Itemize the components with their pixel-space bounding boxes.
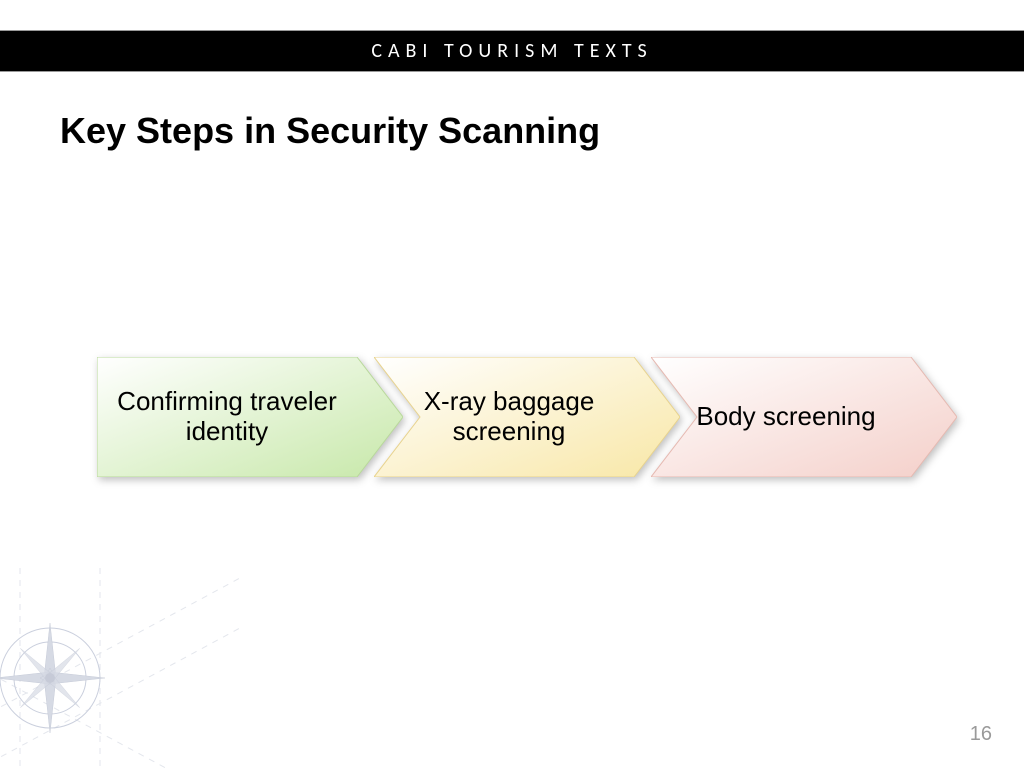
compass-decoration (0, 568, 240, 768)
header-band: CABI TOURISM TEXTS (0, 30, 1024, 72)
step-label: Confirming traveler identity (107, 357, 347, 477)
step-label: X-ray baggage screening (394, 357, 624, 477)
page-number: 16 (970, 723, 992, 746)
slide-title: Key Steps in Security Scanning (60, 110, 600, 152)
step-3: Body screening (651, 357, 957, 477)
process-chevrons: Body screening X-ray baggage screening (97, 357, 957, 477)
header-brand: CABI TOURISM TEXTS (371, 39, 652, 63)
step-2: X-ray baggage screening (374, 357, 680, 477)
step-label: Body screening (671, 357, 901, 477)
step-1: Confirming traveler identity (97, 357, 403, 477)
